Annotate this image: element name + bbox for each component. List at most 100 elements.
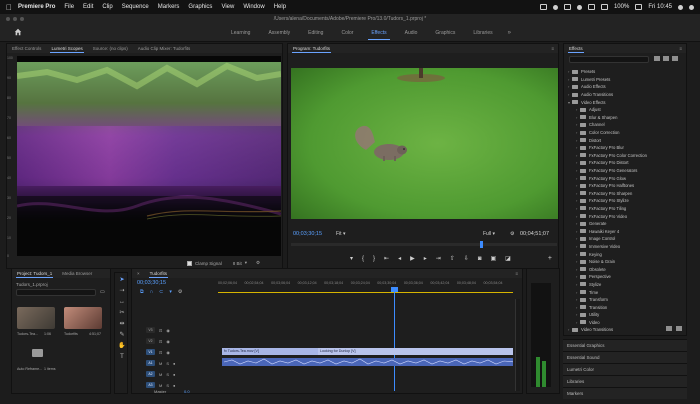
- razor-tool-icon[interactable]: ✂: [118, 309, 126, 317]
- effects-tree-item[interactable]: › FxFactory Pro Sharpen: [568, 190, 676, 198]
- home-icon[interactable]: [14, 28, 22, 36]
- menu-list-icon[interactable]: [689, 4, 694, 10]
- step-back-icon[interactable]: ◂: [398, 255, 401, 262]
- lock-icon[interactable]: ⊡: [159, 339, 162, 344]
- menu-file[interactable]: File: [64, 4, 74, 10]
- cloud-icon[interactable]: [539, 4, 547, 10]
- effects-tree-item[interactable]: › FxFactory Pro Video: [568, 212, 676, 220]
- menu-view[interactable]: View: [221, 4, 234, 10]
- menu-help[interactable]: Help: [274, 4, 286, 10]
- tab-program[interactable]: Program: Tudorfits: [288, 44, 335, 53]
- effects-tree-item[interactable]: › FxFactory Pro Stylize: [568, 197, 676, 205]
- mute-icon[interactable]: M: [159, 361, 162, 366]
- timeline-vertical-scrollbar[interactable]: [515, 299, 520, 391]
- workspace-tab-audio[interactable]: Audio: [396, 24, 427, 42]
- master-track-value[interactable]: 0.0: [184, 389, 190, 394]
- ripple-edit-tool-icon[interactable]: ↔: [118, 298, 126, 306]
- track-target[interactable]: A1: [146, 360, 155, 366]
- mark-out-icon[interactable]: }: [373, 256, 375, 262]
- add-button-icon[interactable]: +: [548, 255, 552, 262]
- pen-tool-icon[interactable]: ✎: [118, 331, 126, 339]
- playhead-handle[interactable]: [391, 287, 398, 292]
- close-icon[interactable]: ×: [132, 269, 145, 278]
- track-select-tool-icon[interactable]: ⇢: [118, 287, 126, 295]
- panel-menu-icon[interactable]: ≡: [515, 271, 522, 276]
- effects-tree-item[interactable]: › Image Control: [568, 235, 676, 243]
- selection-tool-icon[interactable]: ➤: [118, 276, 126, 284]
- menu-markers[interactable]: Markers: [158, 4, 180, 10]
- track-target[interactable]: V3: [146, 327, 155, 333]
- zoom-icon[interactable]: [20, 17, 24, 21]
- effects-tree-item[interactable]: ▾ Video Effects: [568, 98, 676, 106]
- quality-select[interactable]: Full ▾: [483, 231, 495, 237]
- workspace-tab-editing[interactable]: Editing: [299, 24, 332, 42]
- clip-audio-tudors-tea[interactable]: [222, 358, 513, 366]
- mark-in-icon[interactable]: {: [362, 256, 364, 262]
- panel-essential-graphics[interactable]: Essential Graphics: [563, 339, 687, 351]
- record-icon[interactable]: [552, 4, 558, 10]
- lock-icon[interactable]: ⊡: [159, 350, 162, 355]
- effects-tree-item[interactable]: › Presets: [568, 68, 676, 76]
- effects-tree-item[interactable]: › Channel: [568, 121, 676, 129]
- solo-icon[interactable]: S: [166, 383, 169, 388]
- solo-icon[interactable]: S: [166, 372, 169, 377]
- mic-icon[interactable]: ●: [173, 383, 175, 388]
- tab-effects[interactable]: Effects: [564, 44, 588, 53]
- effects-tree-item[interactable]: › Distort: [568, 136, 676, 144]
- workspace-tab-color[interactable]: Color: [332, 24, 362, 42]
- play-icon[interactable]: ▶: [410, 255, 415, 262]
- go-to-in-icon[interactable]: ⇤: [384, 255, 389, 262]
- type-tool-icon[interactable]: T: [118, 353, 126, 361]
- close-icon[interactable]: [6, 17, 10, 21]
- yuv-effects-icon[interactable]: [672, 56, 678, 61]
- effects-tree-item[interactable]: › Immersive Video: [568, 243, 676, 251]
- effects-tree-item[interactable]: › FxFactory Pro Tiling: [568, 205, 676, 213]
- clamp-signal-checkbox[interactable]: [187, 260, 192, 266]
- volume-icon[interactable]: [600, 4, 608, 10]
- effects-tree-item[interactable]: › Transition: [568, 303, 676, 311]
- workspace-tab-graphics[interactable]: Graphics: [426, 24, 464, 42]
- effects-tree-item[interactable]: › Noise & Grain: [568, 258, 676, 266]
- 32bit-effects-icon[interactable]: [663, 56, 669, 61]
- tab-lumetri-scopes[interactable]: Lumetri Scopes: [46, 44, 87, 53]
- folder-icon[interactable]: [32, 349, 43, 357]
- slip-tool-icon[interactable]: ⇹: [118, 320, 126, 328]
- mic-icon[interactable]: ●: [173, 361, 175, 366]
- effects-tree-item[interactable]: › Lumetri Presets: [568, 76, 676, 84]
- effects-tree-item[interactable]: › FxFactory Pro Halftones: [568, 182, 676, 190]
- panel-essential-sound[interactable]: Essential Sound: [563, 351, 687, 363]
- eye-icon[interactable]: ◉: [166, 328, 170, 333]
- timeline-current-timecode[interactable]: 00;03;30;15: [137, 280, 166, 286]
- hand-tool-icon[interactable]: ✋: [118, 342, 126, 350]
- bluetooth-icon[interactable]: [576, 4, 582, 10]
- menu-sequence[interactable]: Sequence: [122, 4, 149, 10]
- tab-audio-clip-mixer[interactable]: Audio Clip Mixer: Tudorfits: [133, 44, 196, 53]
- go-to-out-icon[interactable]: ⇥: [436, 255, 441, 262]
- effects-tree-item[interactable]: › FxFactory Pro Glow: [568, 174, 676, 182]
- tab-project[interactable]: Project: Tudors_1: [12, 269, 57, 278]
- panel-lumetri-color[interactable]: Lumetri Color: [563, 363, 687, 375]
- wrench-icon[interactable]: ⚙: [256, 260, 260, 266]
- minimize-icon[interactable]: [13, 17, 17, 21]
- track-target[interactable]: V2: [146, 338, 155, 344]
- mic-icon[interactable]: ●: [173, 372, 175, 377]
- step-forward-icon[interactable]: ▸: [424, 255, 427, 262]
- effects-tree-item[interactable]: › FxFactory Pro Generators: [568, 167, 676, 175]
- project-search-input[interactable]: [16, 289, 96, 296]
- workspace-tab-learning[interactable]: Learning: [222, 24, 259, 42]
- effects-tree-item[interactable]: › Perspective: [568, 273, 676, 281]
- effects-tree-item[interactable]: › Video: [568, 319, 676, 327]
- tab-sequence[interactable]: Tudorfits: [145, 269, 172, 278]
- accelerated-effects-icon[interactable]: [654, 56, 660, 61]
- program-video-frame[interactable]: [291, 68, 558, 219]
- effects-tree-item[interactable]: › Utility: [568, 311, 676, 319]
- project-thumb-tudors-tea[interactable]: [17, 307, 55, 329]
- more-workspaces-icon[interactable]: »: [502, 30, 511, 36]
- effects-tree-item[interactable]: › Audio Transitions: [568, 91, 676, 99]
- extract-icon[interactable]: ⇩: [464, 255, 469, 262]
- wrench-icon[interactable]: ⚙: [178, 289, 182, 295]
- trash-icon[interactable]: [676, 326, 682, 331]
- menu-clip[interactable]: Clip: [102, 4, 112, 10]
- new-bin-icon[interactable]: [666, 326, 672, 331]
- effects-tree-item[interactable]: › Hawaiki Keyer 4: [568, 227, 676, 235]
